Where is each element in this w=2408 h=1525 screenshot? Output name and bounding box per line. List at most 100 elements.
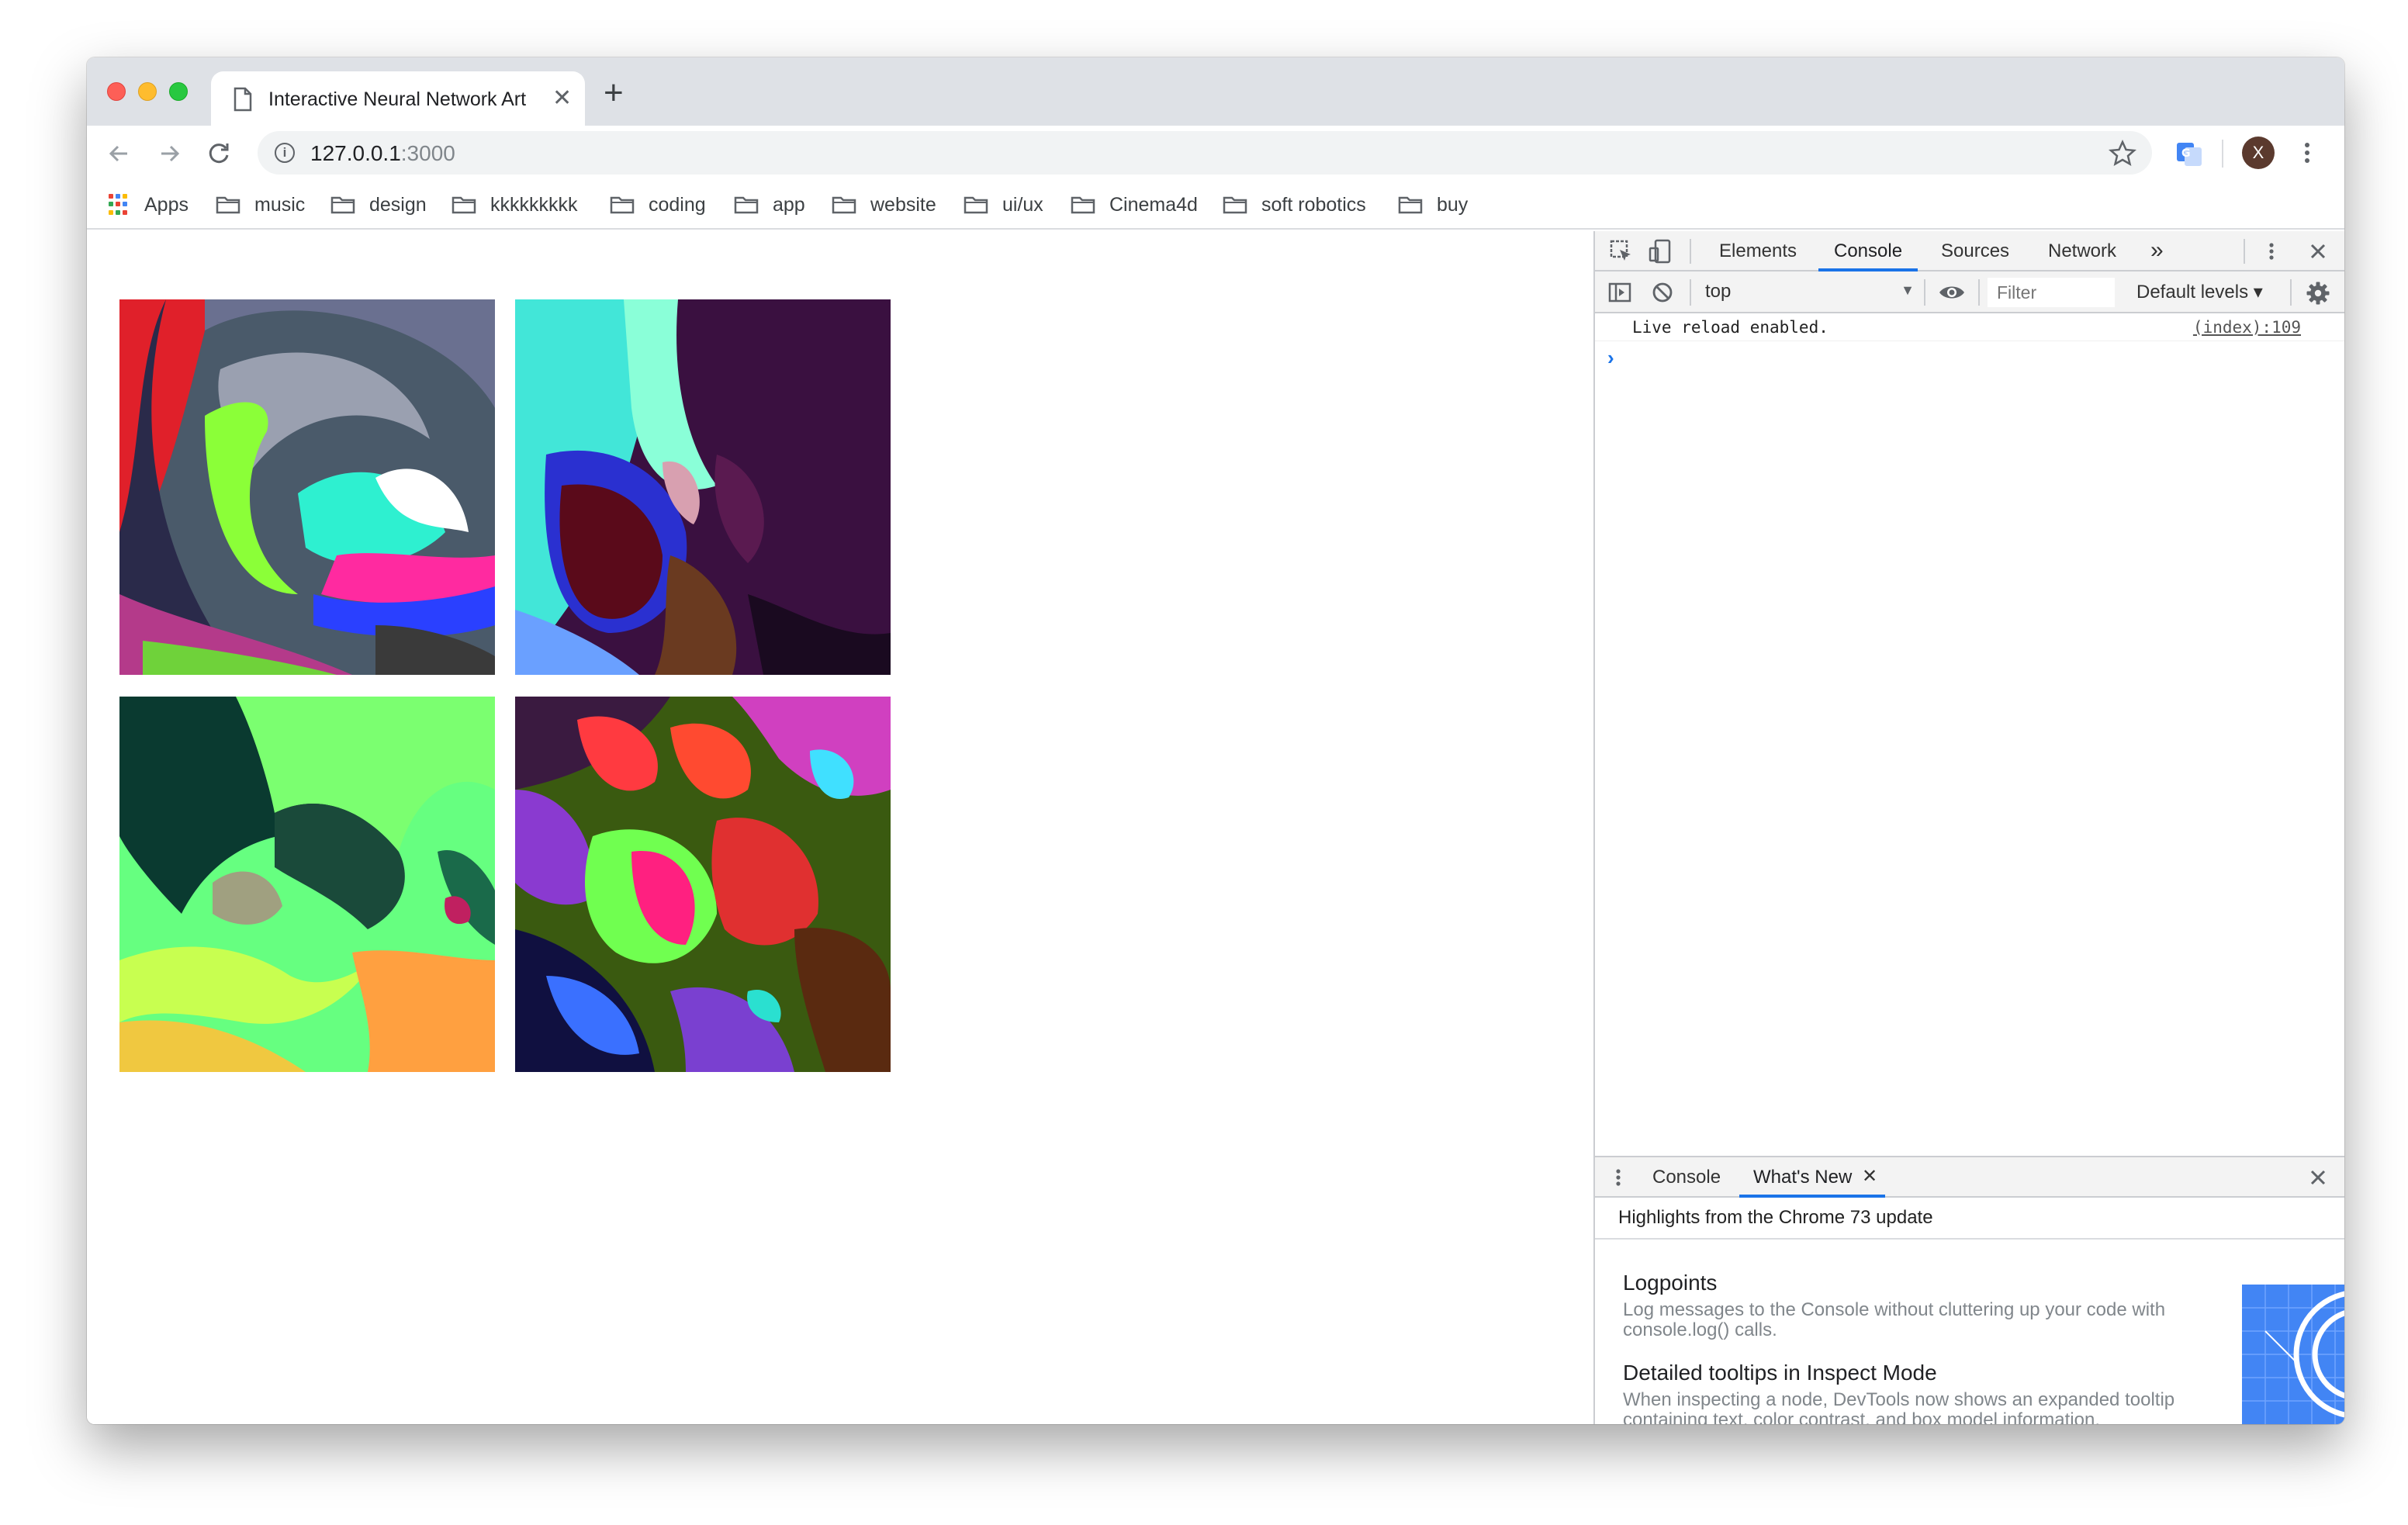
tab-close-icon[interactable]: ✕ xyxy=(552,87,572,110)
back-button[interactable] xyxy=(102,137,137,171)
whats-new-illustration xyxy=(2242,1285,2344,1424)
browser-toolbar: i 127.0.0.1:3000 G X xyxy=(87,126,2344,180)
clear-console-icon[interactable] xyxy=(1651,281,1674,304)
tab-title: Interactive Neural Network Art xyxy=(268,88,527,110)
bookmark-label: ui/ux xyxy=(1002,193,1043,216)
artwork-canvas-2[interactable] xyxy=(515,299,891,675)
device-toolbar-icon[interactable] xyxy=(1648,239,1673,264)
whats-new-item-title[interactable]: Detailed tooltips in Inspect Mode xyxy=(1623,1361,1937,1385)
arrow-right-icon xyxy=(161,145,180,162)
bookmark-label: coding xyxy=(649,193,706,216)
bookmark-folder-cinema4d[interactable]: Cinema4d xyxy=(1071,189,1198,220)
toolbar-divider xyxy=(2222,140,2223,168)
artwork-canvas-4[interactable] xyxy=(515,697,891,1072)
whats-new-item-title[interactable]: Logpoints xyxy=(1623,1271,1717,1295)
bookmark-folder-uiux[interactable]: ui/ux xyxy=(964,189,1043,220)
whats-new-item-desc: Log messages to the Console without clut… xyxy=(1623,1299,2166,1340)
browser-tab[interactable]: Interactive Neural Network Art ✕ xyxy=(211,71,585,126)
new-tab-button[interactable]: + xyxy=(604,76,624,110)
folder-icon xyxy=(964,196,988,214)
separator xyxy=(1924,279,1925,306)
console-source-link[interactable]: (index):109 xyxy=(2193,318,2301,337)
bookmark-folder-music[interactable]: music xyxy=(216,189,305,220)
whats-new-heading: Highlights from the Chrome 73 update xyxy=(1618,1207,1933,1228)
apps-grid-icon xyxy=(109,194,130,216)
chevron-down-icon: ▼ xyxy=(1901,282,1915,298)
bookmark-label: music xyxy=(254,193,306,216)
window-maximize-button[interactable] xyxy=(169,82,188,101)
tab-network[interactable]: Network xyxy=(2048,240,2116,262)
filter-input[interactable] xyxy=(1988,278,2115,307)
close-drawer-icon[interactable] xyxy=(2307,1167,2329,1188)
devtools-panel: Elements Console Sources Network » top ▼… xyxy=(1593,231,2344,1424)
artwork-canvas-1[interactable] xyxy=(119,299,495,675)
arrow-left-icon xyxy=(109,145,127,162)
bookmark-folder-soft-robotics[interactable]: soft robotics xyxy=(1223,189,1366,220)
bookmark-apps[interactable]: Apps xyxy=(109,189,189,220)
separator xyxy=(1690,239,1691,264)
log-levels-dropdown[interactable]: Default levels ▾ xyxy=(2136,281,2263,303)
folder-icon xyxy=(452,196,476,214)
whats-new-header: Highlights from the Chrome 73 update xyxy=(1595,1198,2344,1240)
folder-icon xyxy=(1398,196,1423,214)
bookmark-label: Cinema4d xyxy=(1109,193,1198,216)
url-text[interactable]: 127.0.0.1:3000 xyxy=(310,141,455,166)
drawer-tab-console[interactable]: Console xyxy=(1652,1167,1721,1188)
more-tabs-icon[interactable]: » xyxy=(2150,237,2164,264)
drawer-tab-whats-new[interactable]: What's New xyxy=(1753,1167,1852,1188)
context-selector[interactable]: top ▼ xyxy=(1705,281,1915,306)
bookmark-label: soft robotics xyxy=(1261,193,1366,216)
forward-button[interactable] xyxy=(152,137,186,171)
close-whats-new-icon[interactable]: ✕ xyxy=(1862,1165,1877,1188)
star-icon[interactable] xyxy=(2107,136,2138,170)
kebab-menu-icon[interactable] xyxy=(2299,137,2315,169)
devtools-menu-icon[interactable] xyxy=(2267,239,2276,264)
eye-icon[interactable] xyxy=(1938,282,1966,303)
console-prompt[interactable]: › xyxy=(1607,346,1614,370)
bookmark-label: app xyxy=(773,193,805,216)
window-close-button[interactable] xyxy=(107,82,126,101)
context-value: top xyxy=(1705,281,1732,302)
reload-button[interactable] xyxy=(202,137,236,171)
tab-strip: Interactive Neural Network Art ✕ + xyxy=(87,57,2344,126)
folder-icon xyxy=(330,196,355,214)
bookmarks-bar: Apps music design kkkkkkkkk coding app w… xyxy=(87,180,2344,230)
profile-avatar[interactable]: X xyxy=(2242,137,2275,169)
folder-icon xyxy=(216,196,240,214)
page-viewport xyxy=(87,231,1593,1424)
bookmark-folder-coding[interactable]: coding xyxy=(610,189,706,220)
svg-text:G: G xyxy=(2181,147,2191,160)
gear-icon[interactable] xyxy=(2306,281,2330,306)
folder-icon xyxy=(1223,196,1247,214)
bookmark-folder-buy[interactable]: buy xyxy=(1398,189,1468,220)
tab-elements[interactable]: Elements xyxy=(1719,240,1797,262)
inspect-element-icon[interactable] xyxy=(1609,239,1634,264)
separator xyxy=(2290,279,2292,306)
bookmark-label: kkkkkkkkk xyxy=(490,193,578,216)
window-minimize-button[interactable] xyxy=(138,82,157,101)
drawer-tab-bar: Console What's New ✕ xyxy=(1595,1156,2344,1198)
console-message-text: Live reload enabled. xyxy=(1632,318,1828,337)
sidebar-toggle-icon[interactable] xyxy=(1607,281,1632,304)
artwork-canvas-3[interactable] xyxy=(119,697,495,1072)
devtools-tab-bar: Elements Console Sources Network » xyxy=(1595,231,2344,271)
translate-icon[interactable]: G xyxy=(2175,140,2203,168)
bookmark-label: Apps xyxy=(144,193,189,216)
close-devtools-icon[interactable] xyxy=(2307,240,2329,262)
folder-icon xyxy=(832,196,856,214)
bookmark-folder-app[interactable]: app xyxy=(734,189,805,220)
address-bar[interactable]: i 127.0.0.1:3000 xyxy=(258,131,2152,175)
separator xyxy=(1690,279,1691,306)
info-icon[interactable]: i xyxy=(275,143,295,163)
bookmark-label: design xyxy=(369,193,427,216)
bookmark-folder-design[interactable]: design xyxy=(330,189,427,220)
bookmark-label: buy xyxy=(1437,193,1469,216)
page-icon xyxy=(234,87,252,112)
bookmark-folder-kkkkkkkkk[interactable]: kkkkkkkkk xyxy=(452,189,578,220)
tab-console[interactable]: Console xyxy=(1834,240,1902,262)
tab-sources[interactable]: Sources xyxy=(1941,240,2009,262)
bookmark-folder-website[interactable]: website xyxy=(832,189,936,220)
drawer-menu-icon[interactable] xyxy=(1614,1165,1623,1190)
whats-new-item-desc: When inspecting a node, DevTools now sho… xyxy=(1623,1389,2175,1425)
reload-icon xyxy=(209,144,229,164)
